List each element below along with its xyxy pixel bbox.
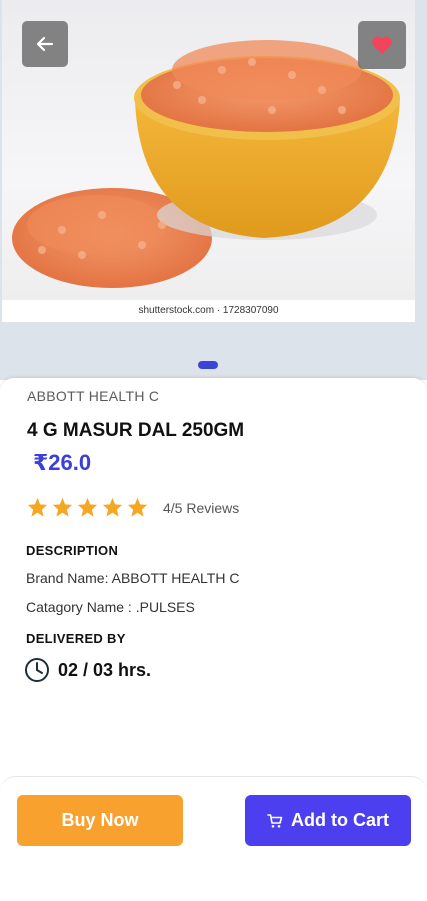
delivered-by-heading: DELIVERED BY	[26, 631, 126, 646]
product-price: ₹26.0	[33, 450, 92, 475]
star-icon	[27, 497, 48, 517]
star-icon	[77, 497, 98, 517]
description-heading: DESCRIPTION	[26, 543, 119, 558]
buy-now-button[interactable]: Buy Now	[17, 795, 183, 846]
product-brand: ABBOTT HEALTH C	[27, 388, 160, 404]
delivery-time: 02 / 03 hrs.	[58, 660, 152, 680]
star-icon	[127, 497, 148, 517]
star-icon	[52, 497, 73, 517]
category-name-line: Catagory Name : .PULSES	[26, 599, 195, 615]
rating-stars	[27, 497, 148, 517]
product-title: 4 G MASUR DAL 250GM	[27, 420, 245, 441]
cart-icon	[267, 813, 283, 828]
favorite-button[interactable]	[358, 21, 406, 69]
heart-icon	[372, 36, 392, 54]
buy-now-label: Buy Now	[61, 810, 139, 830]
arrow-left-icon	[36, 36, 54, 52]
carousel-indicator-dot[interactable]	[198, 361, 218, 369]
clock-icon	[24, 657, 50, 688]
back-button[interactable]	[22, 21, 68, 67]
image-watermark: shutterstock.com · 1728307090	[2, 300, 415, 322]
reviews-count[interactable]: 4/5 Reviews	[163, 500, 239, 516]
add-to-cart-label: Add to Cart	[291, 810, 389, 830]
add-to-cart-button[interactable]: Add to Cart	[245, 795, 411, 846]
brand-name-line: Brand Name: ABBOTT HEALTH C	[26, 570, 240, 586]
product-image-carousel[interactable]: shutterstock.com · 1728307090	[0, 0, 427, 380]
star-icon	[102, 497, 123, 517]
